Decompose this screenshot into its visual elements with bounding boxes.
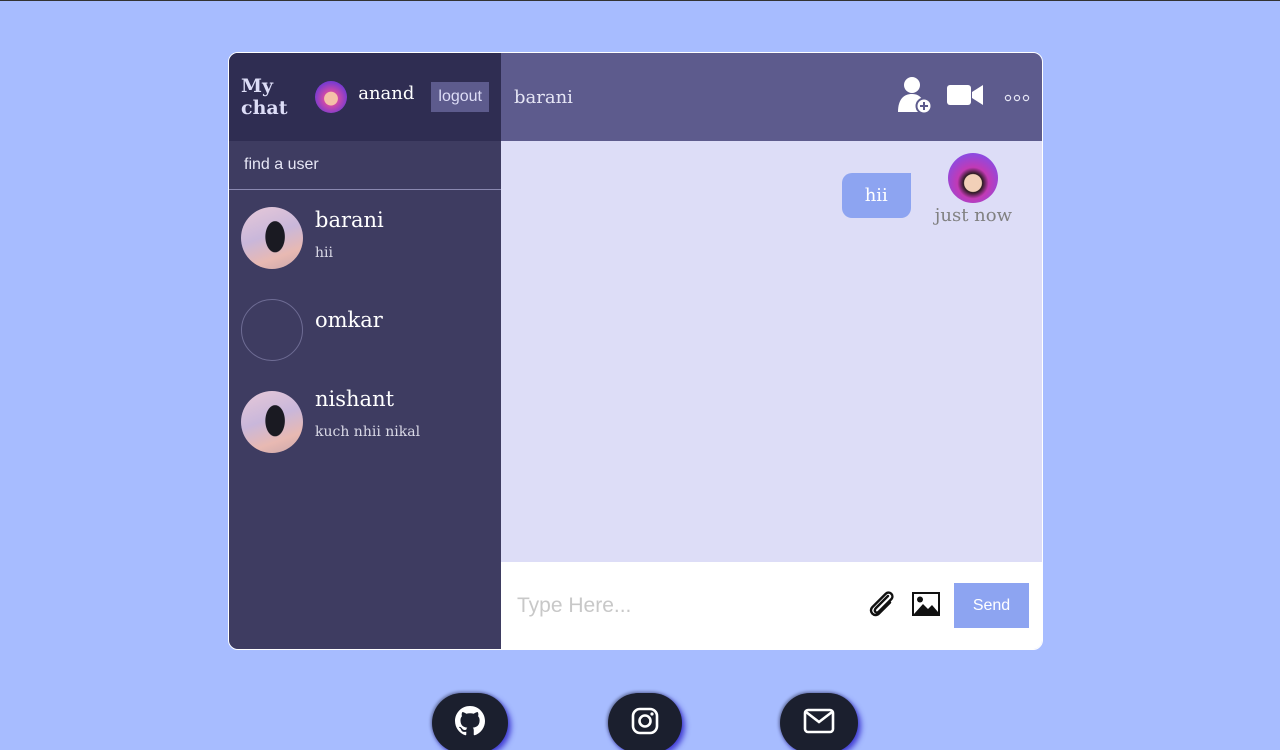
chat-avatar	[241, 299, 303, 361]
chat-panel: barani just now hii Type Here... Send	[501, 53, 1042, 649]
chat-header: barani	[501, 53, 1042, 141]
chat-avatar	[241, 207, 303, 269]
current-user: anand logout	[315, 81, 489, 113]
chat-last-message: hii	[315, 245, 333, 261]
chat-info: nishant kuch nhii nikal	[315, 387, 421, 440]
sidebar: My chat anand logout barani hii omkar	[229, 53, 501, 649]
instagram-icon	[631, 707, 659, 739]
paperclip-icon[interactable]	[866, 588, 898, 624]
message-bubble: hii	[841, 173, 911, 218]
search-input[interactable]	[244, 156, 484, 174]
social-links	[0, 693, 1280, 750]
instagram-button[interactable]	[608, 693, 682, 750]
message-owner: just now hii	[841, 153, 1012, 226]
message-input-bar: Send	[501, 562, 1042, 649]
chat-header-icons	[896, 75, 1030, 119]
image-icon[interactable]	[912, 591, 940, 620]
add-user-icon[interactable]	[896, 75, 934, 119]
chat-name: barani	[315, 208, 384, 232]
chat-last-message: kuch nhii nikal	[315, 424, 421, 440]
mail-button[interactable]	[780, 693, 858, 750]
message-input[interactable]	[517, 593, 866, 618]
chat-avatar	[241, 391, 303, 453]
chat-title: barani	[514, 86, 573, 108]
chat-info: omkar	[315, 299, 383, 333]
user-avatar	[315, 81, 348, 113]
input-actions	[866, 588, 940, 624]
mail-icon	[803, 708, 835, 738]
message-meta: just now	[935, 153, 1012, 226]
more-options-icon[interactable]	[1004, 88, 1030, 107]
user-name: anand	[358, 82, 415, 104]
logout-button[interactable]: logout	[431, 82, 489, 112]
search-bar	[229, 141, 501, 190]
sidebar-navbar: My chat anand logout	[229, 53, 501, 141]
message-avatar	[948, 153, 999, 203]
send-button[interactable]: Send	[954, 583, 1029, 628]
chat-name: nishant	[315, 387, 395, 411]
chat-list-item-nishant[interactable]: nishant kuch nhii nikal	[229, 387, 501, 453]
chat-app-window: My chat anand logout barani hii omkar	[228, 52, 1043, 650]
messages-area: just now hii	[501, 141, 1042, 562]
github-icon	[455, 706, 485, 740]
chat-list-item-barani[interactable]: barani hii	[229, 207, 501, 269]
github-button[interactable]	[432, 693, 508, 750]
chat-name: omkar	[315, 308, 383, 332]
video-camera-icon[interactable]	[946, 83, 984, 111]
chat-info: barani hii	[315, 207, 384, 261]
app-logo: My chat	[241, 75, 288, 119]
chat-list-item-omkar[interactable]: omkar	[229, 299, 501, 361]
message-time: just now	[934, 205, 1012, 226]
